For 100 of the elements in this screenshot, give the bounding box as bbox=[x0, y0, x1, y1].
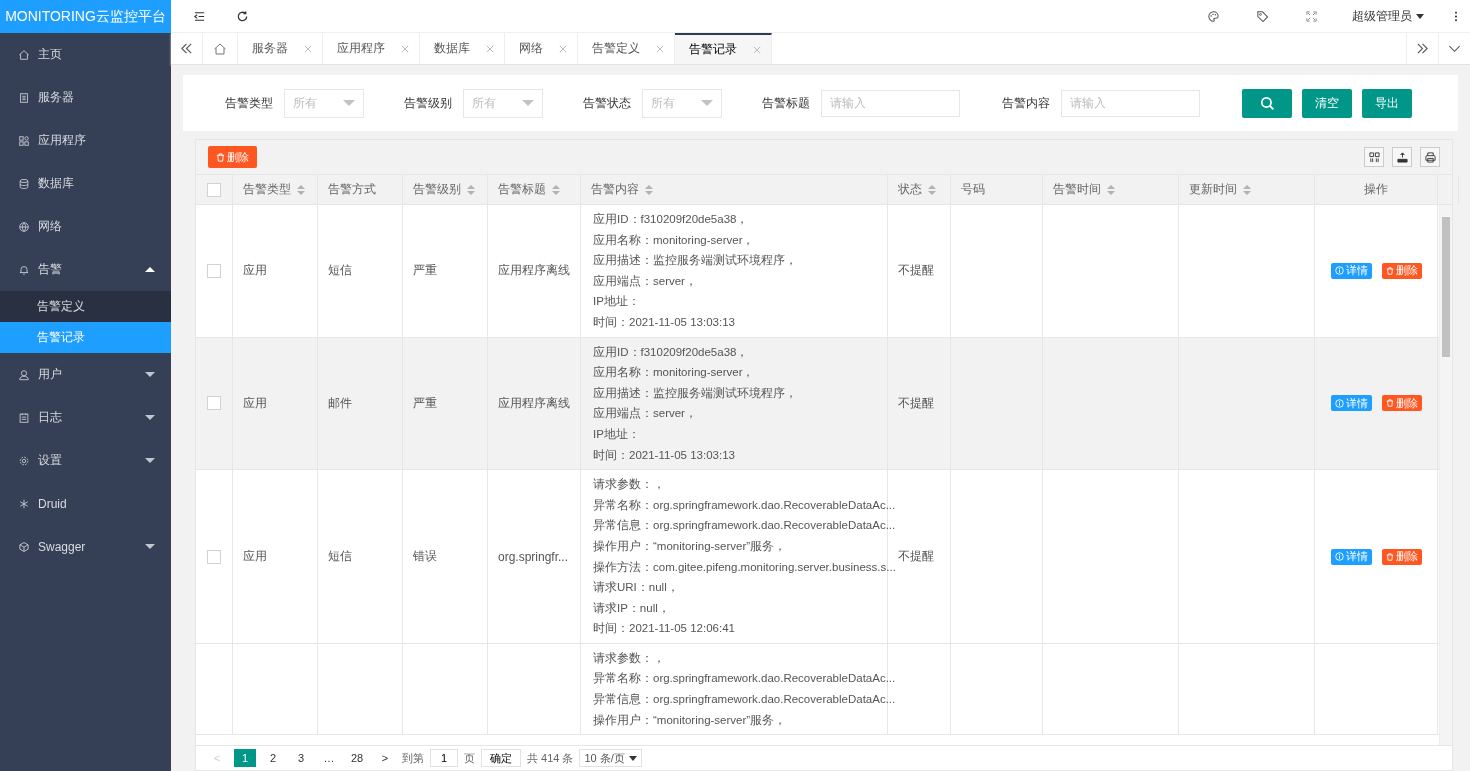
submenu-item[interactable]: 告警定义 bbox=[0, 291, 171, 322]
content-line: 操作方法：com.gitee.pifeng.monitoring.server.business.s... bbox=[593, 559, 896, 575]
user-menu[interactable]: 超级管理员 bbox=[1352, 7, 1424, 25]
column-header: 告警级别 bbox=[413, 181, 461, 198]
page-button[interactable]: 28 bbox=[346, 749, 368, 767]
row-checkbox[interactable] bbox=[207, 549, 221, 564]
refresh-icon[interactable] bbox=[236, 9, 249, 23]
close-icon[interactable] bbox=[559, 44, 567, 53]
content-line: IP地址： bbox=[593, 426, 640, 442]
column-header: 状态 bbox=[898, 181, 922, 198]
columns-button[interactable] bbox=[1364, 147, 1384, 167]
tab[interactable]: 告警记录 bbox=[675, 33, 772, 64]
sort-icon[interactable] bbox=[1243, 184, 1251, 195]
sidebar-item[interactable]: 用户 bbox=[0, 353, 171, 396]
export-button[interactable] bbox=[1392, 147, 1412, 167]
content-line: 应用ID：f310209f20de5a38， bbox=[593, 212, 749, 227]
tab-label: 数据库 bbox=[434, 40, 470, 57]
page-button[interactable]: 3 bbox=[290, 749, 312, 767]
total-count: 共 414 条 bbox=[527, 750, 574, 766]
close-icon[interactable] bbox=[753, 45, 761, 54]
action-button[interactable]: 导出 bbox=[1362, 88, 1412, 118]
row-checkbox[interactable] bbox=[207, 263, 221, 278]
sidebar-item[interactable]: 数据库 bbox=[0, 162, 171, 205]
table-cell: 邮件 bbox=[328, 394, 352, 412]
search-button[interactable] bbox=[1242, 88, 1292, 118]
sort-icon[interactable] bbox=[467, 184, 475, 195]
trash-icon bbox=[1385, 552, 1394, 561]
table-cell: 不提醒 bbox=[898, 394, 934, 412]
close-icon[interactable] bbox=[656, 44, 664, 53]
tab-label: 告警记录 bbox=[689, 41, 737, 58]
palette-icon[interactable] bbox=[1207, 9, 1220, 23]
page-unit-label: 页 bbox=[464, 750, 475, 766]
column-header: 告警方式 bbox=[328, 181, 376, 198]
app-logo: MONITORING云监控平台 bbox=[0, 0, 171, 33]
sort-icon[interactable] bbox=[1107, 184, 1115, 195]
sort-icon[interactable] bbox=[297, 184, 305, 195]
sidebar-item[interactable]: 服务器 bbox=[0, 76, 171, 119]
globe-icon bbox=[18, 220, 30, 233]
sort-icon[interactable] bbox=[928, 184, 936, 195]
action-button[interactable]: 清空 bbox=[1302, 88, 1352, 118]
tab[interactable]: 应用程序 bbox=[323, 33, 420, 64]
column-header: 操作 bbox=[1364, 181, 1388, 198]
table-cell: 严重 bbox=[413, 394, 437, 412]
page-size-select[interactable]: 10 条/页 bbox=[579, 749, 642, 767]
table-cell: 应用 bbox=[243, 548, 267, 565]
fullscreen-icon[interactable] bbox=[1305, 9, 1318, 23]
scrollbar[interactable] bbox=[1439, 205, 1452, 745]
close-icon[interactable] bbox=[401, 44, 409, 53]
tag-icon[interactable] bbox=[1256, 9, 1269, 23]
page-button[interactable]: 1 bbox=[234, 749, 256, 767]
column-header: 告警标题 bbox=[498, 181, 546, 198]
double-right-icon bbox=[1416, 42, 1429, 55]
content-line: 异常名称：org.springframework.dao.RecoverableDataAc... bbox=[593, 497, 896, 513]
page-button[interactable]: … bbox=[318, 749, 340, 767]
sort-icon[interactable] bbox=[552, 184, 560, 195]
confirm-button[interactable]: 确定 bbox=[481, 749, 521, 767]
input-field[interactable]: 请输入 bbox=[821, 89, 960, 117]
more-icon[interactable] bbox=[1454, 9, 1458, 23]
tab[interactable]: 服务器 bbox=[238, 33, 323, 64]
user-icon bbox=[18, 368, 30, 381]
database-icon bbox=[18, 177, 30, 190]
trash-icon bbox=[1385, 266, 1394, 275]
page-button[interactable]: 2 bbox=[262, 749, 284, 767]
content-line: 请求参数：， bbox=[593, 650, 665, 666]
tab[interactable]: 数据库 bbox=[420, 33, 505, 64]
filter-label: 告警内容 bbox=[1002, 94, 1050, 112]
sidebar-item[interactable]: 告警 bbox=[0, 248, 171, 291]
cube-icon bbox=[18, 540, 30, 553]
table-cell: org.springfr... bbox=[498, 549, 569, 564]
trash-icon bbox=[1385, 399, 1394, 408]
row-checkbox[interactable] bbox=[207, 396, 221, 411]
next-page-button[interactable]: > bbox=[374, 749, 396, 767]
sidebar-item[interactable]: Swagger bbox=[0, 525, 171, 568]
info-icon bbox=[1334, 552, 1344, 561]
sidebar-item[interactable]: 设置 bbox=[0, 439, 171, 482]
content-line: 应用端点：server， bbox=[593, 406, 697, 422]
sidebar-item[interactable]: 应用程序 bbox=[0, 119, 171, 162]
print-button[interactable] bbox=[1420, 147, 1440, 167]
content-line: 时间：2021-11-05 13:03:13 bbox=[593, 447, 735, 463]
content-line: 应用名称：monitoring-server， bbox=[593, 232, 755, 248]
close-icon[interactable] bbox=[486, 44, 494, 53]
content-line: 异常信息：org.springframework.dao.RecoverableDataAc... bbox=[593, 518, 896, 534]
sort-icon[interactable] bbox=[645, 184, 653, 195]
content-line: 操作用户：“monitoring-server”服务， bbox=[593, 538, 787, 554]
page-input[interactable]: 1 bbox=[430, 749, 458, 767]
content-line: 请求IP：null， bbox=[593, 600, 670, 616]
input-field[interactable]: 请输入 bbox=[1061, 89, 1200, 117]
gear-icon bbox=[18, 454, 30, 467]
menu-icon[interactable] bbox=[193, 9, 206, 23]
filter-label: 告警类型 bbox=[225, 94, 273, 112]
trash-icon bbox=[216, 152, 225, 162]
sidebar-item[interactable]: 网络 bbox=[0, 205, 171, 248]
sidebar-item[interactable]: 主页 bbox=[0, 33, 171, 76]
select-all-checkbox[interactable] bbox=[207, 182, 221, 197]
goto-label: 到第 bbox=[402, 750, 424, 766]
content-line: 操作用户：“monitoring-server”服务， bbox=[593, 712, 787, 728]
sidebar-item[interactable]: 日志 bbox=[0, 396, 171, 439]
sidebar-item[interactable]: Druid bbox=[0, 482, 171, 525]
tab[interactable]: 网络 bbox=[505, 33, 578, 64]
close-icon[interactable] bbox=[304, 44, 312, 53]
